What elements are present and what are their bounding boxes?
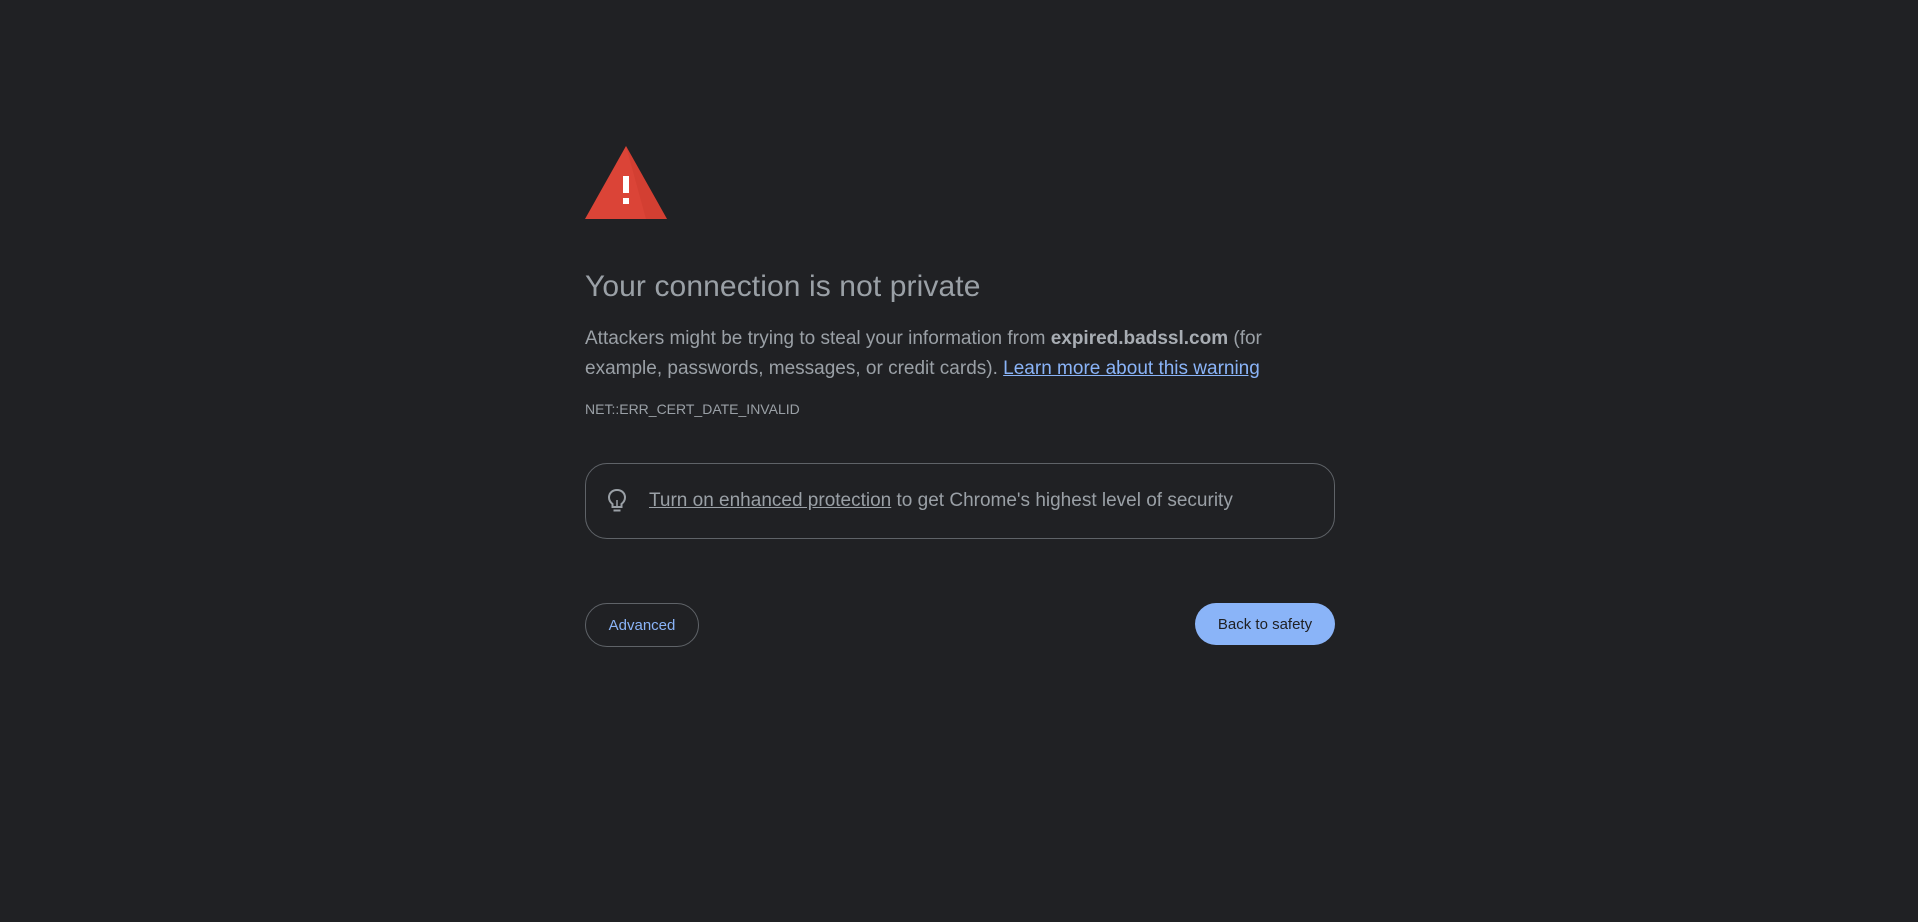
- interstitial-page: Your connection is not private Attackers…: [0, 0, 1918, 922]
- enhanced-protection-suffix: to get Chrome's highest level of securit…: [891, 490, 1233, 511]
- domain-name: expired.badssl.com: [1050, 328, 1229, 349]
- enhanced-protection-box: Turn on enhanced protection to get Chrom…: [585, 463, 1335, 539]
- enhanced-protection-text: Turn on enhanced protection to get Chrom…: [649, 490, 1233, 512]
- error-code: NET::ERR_CERT_DATE_INVALID: [585, 401, 800, 417]
- lightbulb-icon: [607, 488, 627, 512]
- learn-more-link[interactable]: Learn more about this warning: [1003, 358, 1260, 379]
- advanced-button[interactable]: Advanced: [585, 603, 699, 647]
- action-buttons: Advanced Back to safety: [585, 603, 1335, 648]
- warning-triangle-icon: [585, 146, 667, 219]
- description-text: Attackers might be trying to steal your …: [585, 328, 1051, 349]
- back-to-safety-button[interactable]: Back to safety: [1195, 603, 1335, 645]
- interstitial-content: Your connection is not private Attackers…: [585, 146, 1335, 648]
- page-title: Your connection is not private: [585, 270, 981, 303]
- warning-description: Attackers might be trying to steal your …: [585, 324, 1335, 384]
- enhanced-protection-link[interactable]: Turn on enhanced protection: [649, 490, 891, 511]
